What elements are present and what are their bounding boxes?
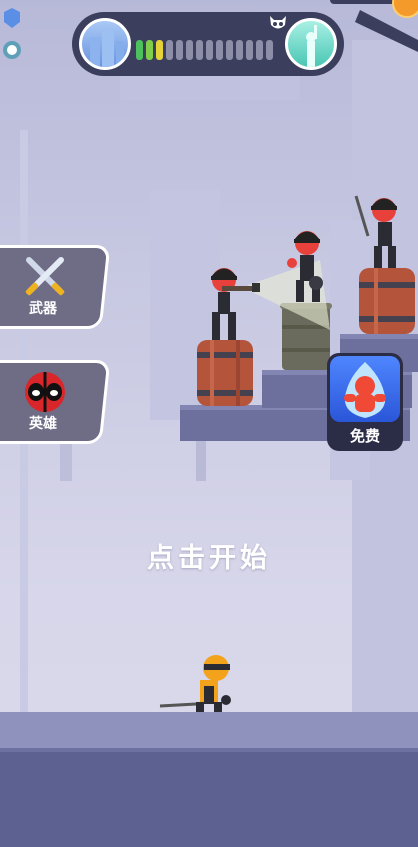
flaming-hero-icon (330, 356, 400, 422)
progress-segment (166, 40, 173, 60)
free-hero-button[interactable]: 免费 (327, 353, 403, 451)
barrel (359, 268, 415, 334)
weapons-button[interactable]: 武器 (0, 245, 111, 329)
progress-segment (206, 40, 213, 60)
level-progress-bar (72, 12, 344, 76)
skull-icon (270, 16, 286, 29)
free-label: 免费 (349, 427, 380, 445)
progress-segment (136, 40, 143, 60)
hero-mask-icon (24, 372, 65, 412)
weapons-label: 武器 (28, 301, 58, 317)
heroes-label: 英雄 (28, 416, 58, 432)
ground-base (0, 752, 418, 847)
top-left-status-icons (3, 8, 21, 59)
progress-segments (136, 40, 273, 60)
heroes-button[interactable]: 英雄 (0, 360, 111, 444)
barrel (197, 340, 253, 406)
progress-segment (246, 40, 253, 60)
progress-segment (156, 40, 163, 60)
progress-segment (266, 40, 273, 60)
progress-segment (216, 40, 223, 60)
enemy-gunner[interactable] (211, 268, 260, 340)
progress-segment (236, 40, 243, 60)
progress-segment (196, 40, 203, 60)
progress-segment (256, 40, 263, 60)
progress-segment (146, 40, 153, 60)
game-scene[interactable]: 武器 英雄 免费 点击开始 (0, 0, 418, 847)
city-icon (79, 18, 131, 70)
crossed-swords-icon (25, 257, 65, 296)
tap-to-start-text[interactable]: 点击开始 (0, 536, 418, 575)
ground (0, 712, 418, 752)
progress-segment (176, 40, 183, 60)
progress-segment (226, 40, 233, 60)
statue-of-liberty-icon (285, 18, 337, 70)
progress-segment (186, 40, 193, 60)
